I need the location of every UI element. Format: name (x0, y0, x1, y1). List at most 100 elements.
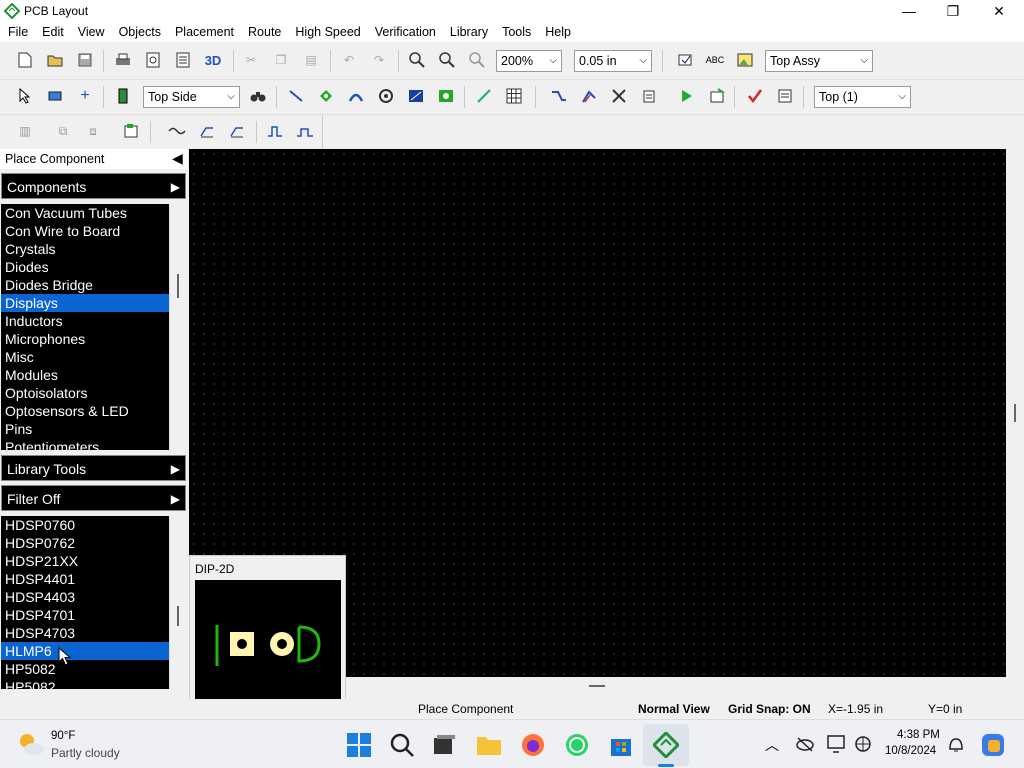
trombone-icon[interactable] (294, 120, 316, 142)
layer-setup-icon[interactable] (674, 49, 696, 71)
scroll-thumb[interactable] (589, 685, 605, 687)
list-item[interactable]: Modules (1, 366, 169, 384)
copper-pour-icon[interactable] (405, 85, 427, 107)
weather-desc[interactable]: Partly cloudy (51, 746, 120, 760)
route-multi-icon[interactable] (578, 85, 600, 107)
unroute-scissors-icon[interactable] (608, 85, 630, 107)
trace-icon[interactable] (285, 85, 307, 107)
library-tools-header[interactable]: Library Tools ▶ (1, 455, 186, 481)
list-item[interactable]: Misc (1, 348, 169, 366)
scroll-thumb[interactable] (177, 274, 179, 298)
minimize-button[interactable]: — (886, 0, 932, 22)
export-icon[interactable] (706, 85, 728, 107)
clock-date[interactable]: 10/8/2024 (885, 745, 936, 757)
redo-icon[interactable]: ↷ (368, 49, 390, 71)
save-icon[interactable] (74, 49, 96, 71)
menu-placement[interactable]: Placement (168, 22, 241, 42)
view-layer-combo[interactable]: Top Assy ⌵ (765, 50, 873, 72)
report-icon[interactable] (172, 49, 194, 71)
component-icon[interactable] (44, 85, 66, 107)
copy-icon[interactable]: ❐ (270, 49, 292, 71)
meander-icon[interactable] (264, 120, 286, 142)
microsoft-store-icon[interactable] (608, 732, 634, 758)
list-item[interactable]: Con Vacuum Tubes (1, 204, 169, 222)
length-tune-icon[interactable] (196, 120, 218, 142)
collapse-panel-icon[interactable]: ◀ (172, 150, 183, 167)
print-icon[interactable] (112, 49, 134, 71)
length-match-icon[interactable] (226, 120, 248, 142)
chip-icon[interactable] (112, 85, 134, 107)
components-header[interactable]: Components ▶ (1, 173, 186, 199)
menu-help[interactable]: Help (538, 22, 578, 42)
menu-tools[interactable]: Tools (495, 22, 538, 42)
layer-combo[interactable]: Top (1) ⌵ (814, 86, 911, 108)
copilot-icon[interactable] (980, 732, 1006, 758)
list-item[interactable]: HDSP4703 (1, 624, 169, 642)
category-list[interactable]: Con Vacuum Tubes Con Wire to Board Cryst… (1, 204, 169, 450)
side-combo[interactable]: Top Side ⌵ (143, 86, 240, 108)
new-file-icon[interactable] (14, 49, 36, 71)
task-view-icon[interactable] (431, 732, 457, 758)
find-binoculars-icon[interactable] (247, 85, 269, 107)
group-icon[interactable]: ⧉ (52, 120, 74, 142)
category-scrollbar[interactable] (169, 204, 186, 450)
list-item-selected[interactable]: HLMP6 (1, 642, 169, 660)
dimension-icon[interactable] (473, 85, 495, 107)
menu-library[interactable]: Library (443, 22, 495, 42)
list-item[interactable]: HDSP4701 (1, 606, 169, 624)
filter-header[interactable]: Filter Off ▶ (1, 485, 186, 511)
menu-view[interactable]: View (71, 22, 112, 42)
cloud-offline-icon[interactable] (795, 736, 815, 752)
zoom-in-icon[interactable] (406, 49, 428, 71)
pcb-layout-taskbar-icon[interactable] (653, 732, 679, 758)
part-scrollbar[interactable] (169, 516, 186, 689)
undo-icon[interactable]: ↶ (338, 49, 360, 71)
run-play-icon[interactable] (676, 85, 698, 107)
network-icon[interactable] (853, 735, 873, 753)
list-item[interactable]: Con Wire to Board (1, 222, 169, 240)
open-folder-icon[interactable] (44, 49, 66, 71)
list-item[interactable]: Diodes (1, 258, 169, 276)
ungroup-icon[interactable]: ⧈ (82, 120, 104, 142)
weather-partly-cloudy-icon[interactable] (16, 730, 46, 758)
list-item[interactable]: HDSP0762 (1, 534, 169, 552)
list-item[interactable]: HP5082 (1, 660, 169, 678)
list-item[interactable]: HP5082 (1, 678, 169, 689)
properties-icon[interactable] (120, 120, 142, 142)
spell-check-button[interactable]: ABC (704, 49, 726, 71)
select-arrow-icon[interactable] (14, 85, 36, 107)
menu-high-speed[interactable]: High Speed (288, 22, 367, 42)
drc-report-icon[interactable] (774, 85, 796, 107)
table-icon[interactable] (503, 85, 525, 107)
align-icon[interactable]: ▥ (14, 120, 36, 142)
arc-icon[interactable] (345, 85, 367, 107)
list-item[interactable]: HDSP4401 (1, 570, 169, 588)
canvas-vscroll[interactable] (1006, 149, 1024, 677)
image-icon[interactable] (734, 49, 756, 71)
grid-size-combo[interactable]: 0.05 in ⌵ (574, 50, 652, 72)
list-item[interactable]: Potentiometers (1, 438, 169, 450)
whatsapp-icon[interactable] (564, 732, 590, 758)
menu-verification[interactable]: Verification (368, 22, 443, 42)
zoom-out-icon[interactable] (436, 49, 458, 71)
plane-icon[interactable] (435, 85, 457, 107)
zoom-combo[interactable]: 200% ⌵ (496, 50, 562, 72)
list-item[interactable]: HDSP0760 (1, 516, 169, 534)
list-item[interactable]: Crystals (1, 240, 169, 258)
menu-file[interactable]: File (1, 22, 35, 42)
part-list[interactable]: HDSP0760 HDSP0762 HDSP21XX HDSP4401 HDSP… (1, 516, 169, 689)
scroll-thumb[interactable] (177, 606, 179, 626)
print-preview-icon[interactable] (142, 49, 164, 71)
notification-bell-icon[interactable] (947, 735, 965, 755)
route-icon[interactable] (548, 85, 570, 107)
file-explorer-icon[interactable] (476, 732, 502, 758)
scroll-thumb[interactable] (1014, 404, 1016, 422)
paste-icon[interactable]: ▤ (300, 49, 322, 71)
cut-icon[interactable]: ✂ (240, 49, 262, 71)
clock-time[interactable]: 4:38 PM (897, 729, 940, 741)
menu-objects[interactable]: Objects (112, 22, 168, 42)
maximize-button[interactable]: ❐ (930, 0, 976, 22)
list-item[interactable]: HDSP4403 (1, 588, 169, 606)
pad-icon[interactable] (375, 85, 397, 107)
3d-view-button[interactable]: 3D (202, 49, 224, 71)
